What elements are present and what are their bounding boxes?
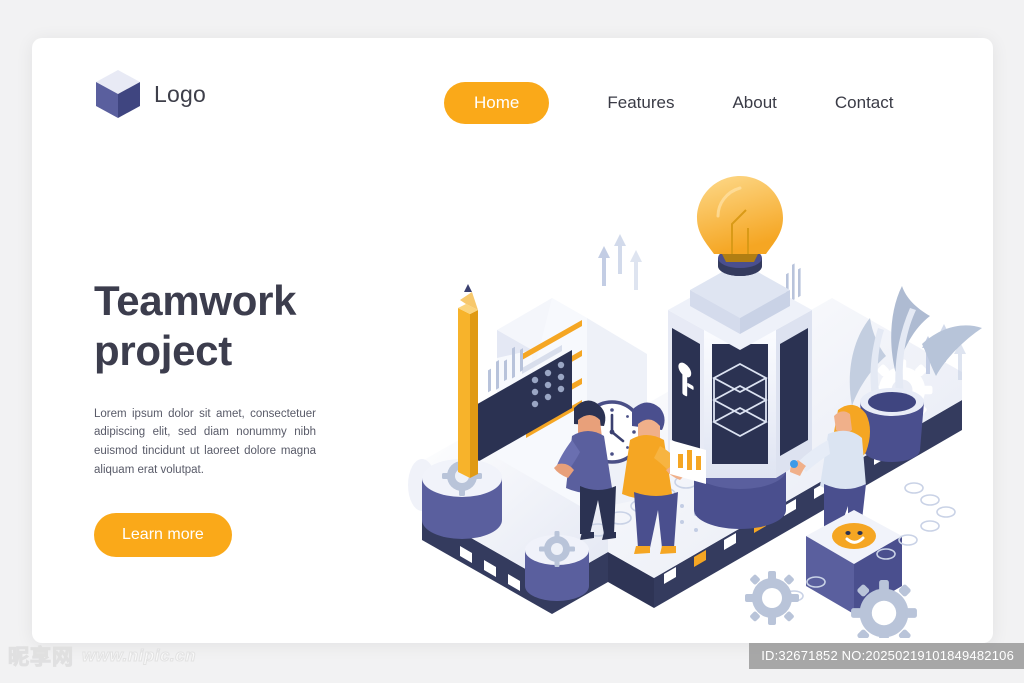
watermark-id-bar: ID:32671852 NO:20250219101849482106 [749, 643, 1024, 669]
watermark-cn-logo: 昵享网 [8, 646, 74, 670]
hero-copy: Teamwork project Lorem ipsum dolor sit a… [94, 276, 354, 558]
front-cylinder [525, 531, 589, 601]
smiley-face-icon [832, 523, 876, 549]
page-root: Logo Home Features About Contact Teamwor… [0, 0, 1024, 683]
learn-more-button[interactable]: Learn more [94, 513, 232, 558]
trend-arrows-left [598, 234, 642, 290]
brand-logo[interactable]: Logo [94, 68, 206, 120]
nav-item-contact[interactable]: Contact [835, 82, 894, 124]
site-watermark: 昵享网 www.nipic.cn [8, 641, 197, 671]
nav-item-features[interactable]: Features [607, 82, 674, 124]
headline-line-1: Teamwork [94, 277, 297, 324]
landing-page-card: Logo Home Features About Contact Teamwor… [32, 38, 993, 643]
site-header: Logo Home Features About Contact [32, 38, 993, 168]
brand-name: Logo [154, 80, 206, 107]
isometric-teamwork-illustration [402, 158, 993, 638]
watermark-url: www.nipic.cn [82, 646, 197, 666]
headline-line-2: project [94, 327, 232, 375]
floating-gear-small [745, 571, 799, 625]
page-title: Teamwork project [94, 276, 354, 377]
hero-paragraph: Lorem ipsum dolor sit amet, consectetuer… [94, 407, 316, 476]
main-nav: Home Features About Contact [444, 82, 894, 124]
nav-item-home[interactable]: Home [444, 82, 550, 124]
lightbulb-icon [697, 176, 783, 262]
nav-item-about[interactable]: About [732, 82, 776, 124]
cube-logo-icon [96, 70, 140, 118]
floating-gear-large [851, 580, 917, 638]
